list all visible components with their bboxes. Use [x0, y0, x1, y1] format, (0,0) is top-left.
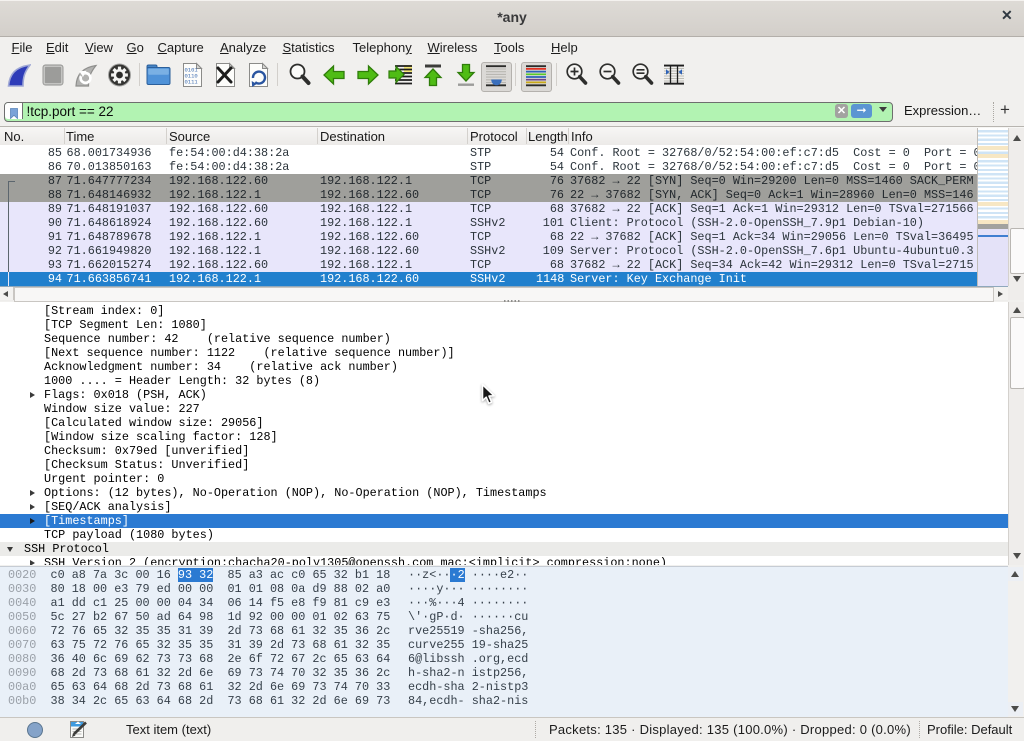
- svg-text:0111: 0111: [185, 79, 199, 86]
